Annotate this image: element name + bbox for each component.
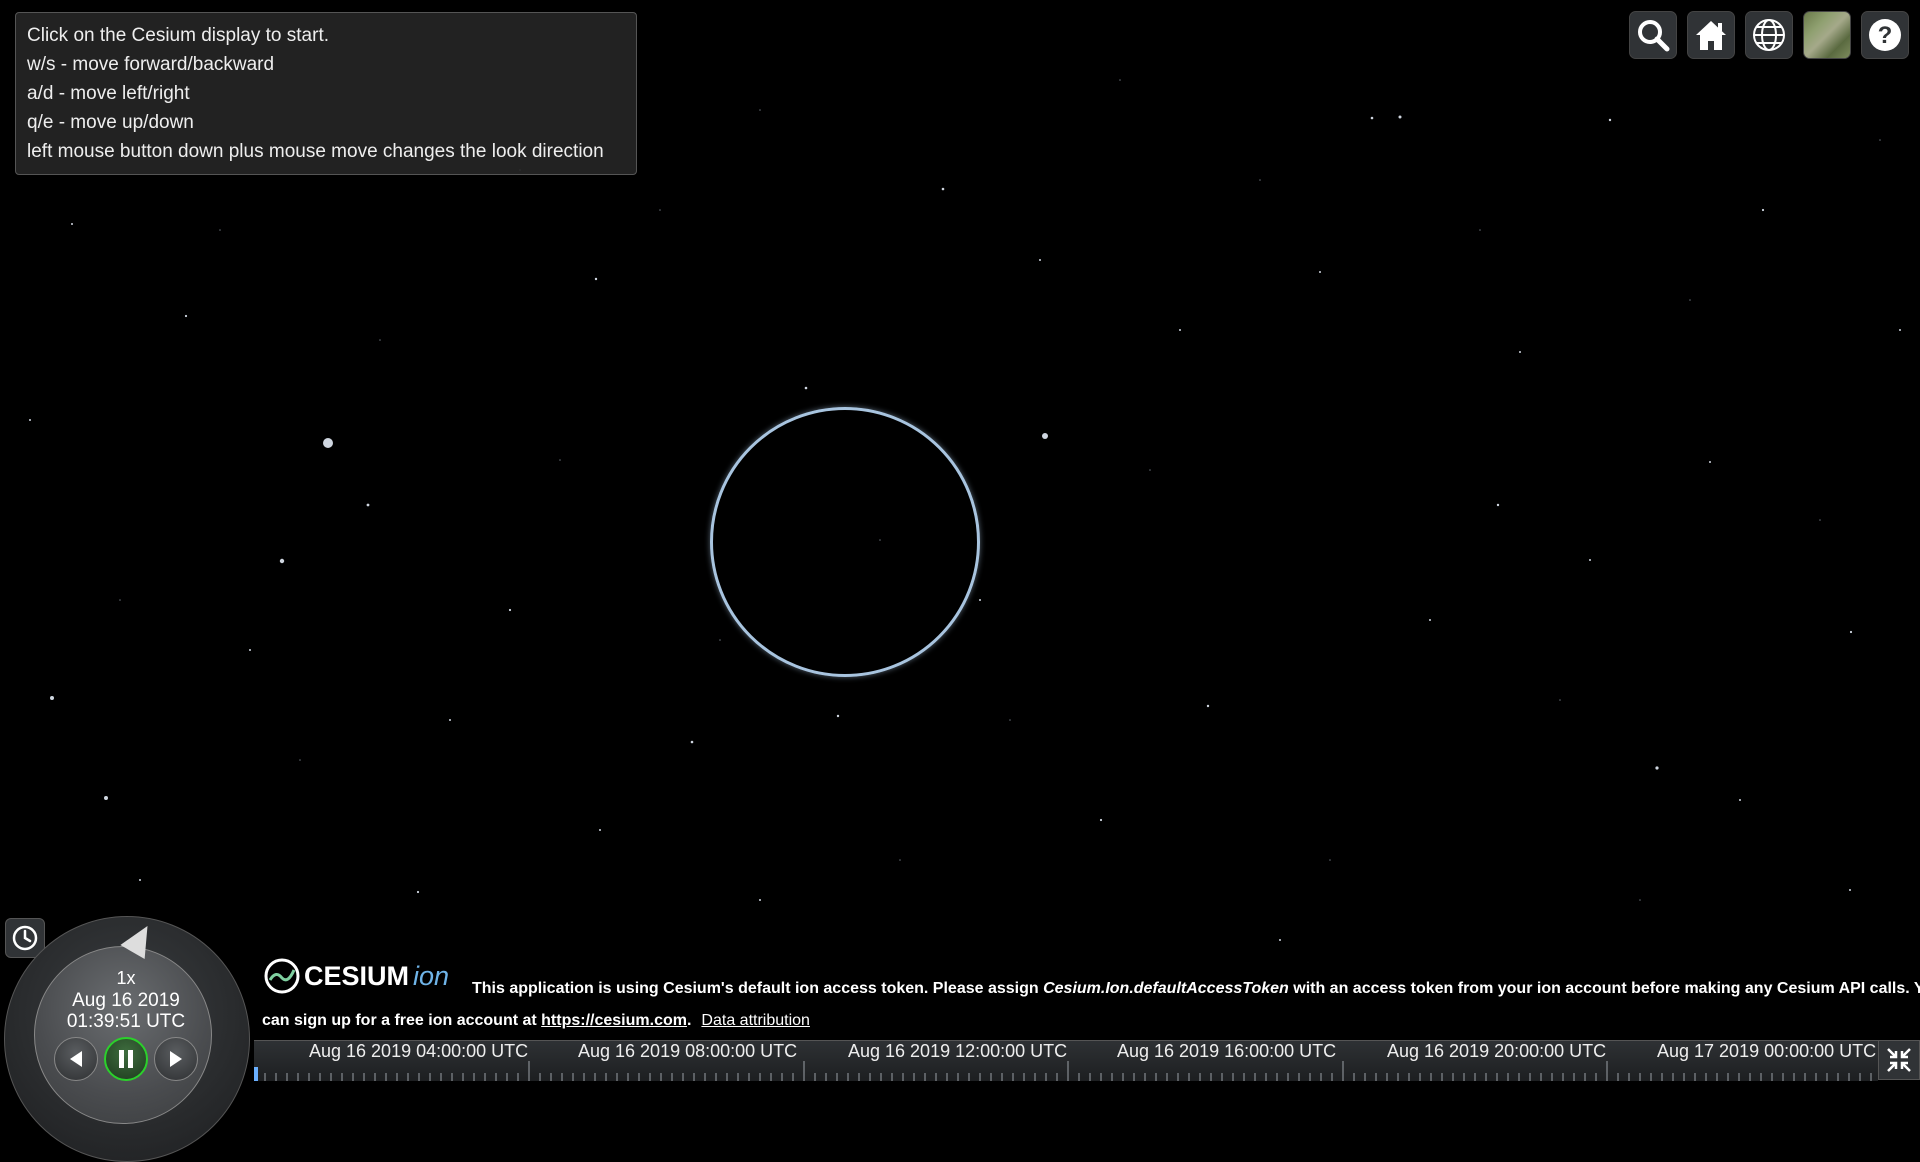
animation-widget: 1x Aug 16 2019 01:39:51 UTC [0, 912, 252, 1162]
timeline-needle [254, 1067, 258, 1081]
help-button[interactable]: ? [1861, 11, 1909, 59]
play-forward-button[interactable] [154, 1037, 198, 1081]
credit-text: can sign up for a free ion account at [262, 1012, 542, 1029]
cesium-ion-logo[interactable]: CESIUM ion [264, 958, 449, 994]
play-reverse-button[interactable] [54, 1037, 98, 1081]
credit-notice-line-2: can sign up for a free ion account at ht… [262, 1012, 810, 1030]
animation-time: 01:39:51 UTC [66, 1011, 186, 1032]
timeline[interactable]: Aug 16 2019 04:00:00 UTC Aug 16 2019 08:… [254, 1040, 1878, 1081]
help-icon: ? [1869, 19, 1901, 51]
cesium-link[interactable]: https://cesium.com [541, 1012, 687, 1029]
access-token-name: Cesium.Ion.defaultAccessToken [1043, 980, 1289, 997]
home-button[interactable] [1687, 11, 1735, 59]
globe-icon [1753, 19, 1785, 51]
timeline-ticks [254, 1061, 1872, 1081]
credit-text: . [686, 1012, 692, 1029]
home-icon [1696, 21, 1726, 50]
timeline-label: Aug 17 2019 00:00:00 UTC [1657, 1041, 1877, 1061]
scene-mode-button[interactable] [1745, 11, 1793, 59]
search-icon [1638, 20, 1670, 52]
credit-notice-line-1: This application is using Cesium's defau… [472, 980, 1920, 998]
instruction-line: left mouse button down plus mouse move c… [27, 141, 604, 162]
cesium-logo-icon [264, 958, 300, 994]
data-attribution-link[interactable]: Data attribution [701, 1012, 810, 1029]
geocoder-search-button[interactable] [1629, 11, 1677, 59]
timeline-label: Aug 16 2019 20:00:00 UTC [1387, 1041, 1607, 1061]
exit-fullscreen-icon [1887, 1048, 1911, 1072]
instruction-line: w/s - move forward/backward [27, 54, 275, 75]
instruction-line: a/d - move left/right [27, 83, 190, 104]
animation-date: Aug 16 2019 [72, 990, 180, 1011]
timeline-label: Aug 16 2019 04:00:00 UTC [309, 1041, 529, 1061]
globe-outline[interactable] [710, 407, 980, 677]
credit-text: This application is using Cesium's defau… [472, 980, 1044, 997]
animation-speed: 1x [116, 968, 136, 988]
pause-icon [119, 1050, 133, 1068]
svg-text:?: ? [1878, 22, 1893, 49]
credit-text: with an access token from your ion accou… [1288, 980, 1920, 997]
instruction-line: q/e - move up/down [27, 112, 194, 133]
logo-ion-text: ion [413, 960, 450, 991]
fullscreen-button[interactable] [1878, 1040, 1920, 1080]
timeline-label: Aug 16 2019 16:00:00 UTC [1117, 1041, 1337, 1061]
instructions-panel: Click on the Cesium display to start. w/… [15, 12, 637, 175]
toolbar: ? [1629, 11, 1909, 59]
timeline-label: Aug 16 2019 08:00:00 UTC [578, 1041, 798, 1061]
timeline-label: Aug 16 2019 12:00:00 UTC [848, 1041, 1068, 1061]
instruction-line: Click on the Cesium display to start. [27, 25, 330, 46]
play-forward-icon [170, 1051, 182, 1067]
logo-text: CESIUM [304, 960, 410, 991]
pause-button[interactable] [104, 1037, 148, 1081]
play-reverse-icon [70, 1051, 82, 1067]
base-layer-picker-button[interactable] [1803, 11, 1851, 59]
